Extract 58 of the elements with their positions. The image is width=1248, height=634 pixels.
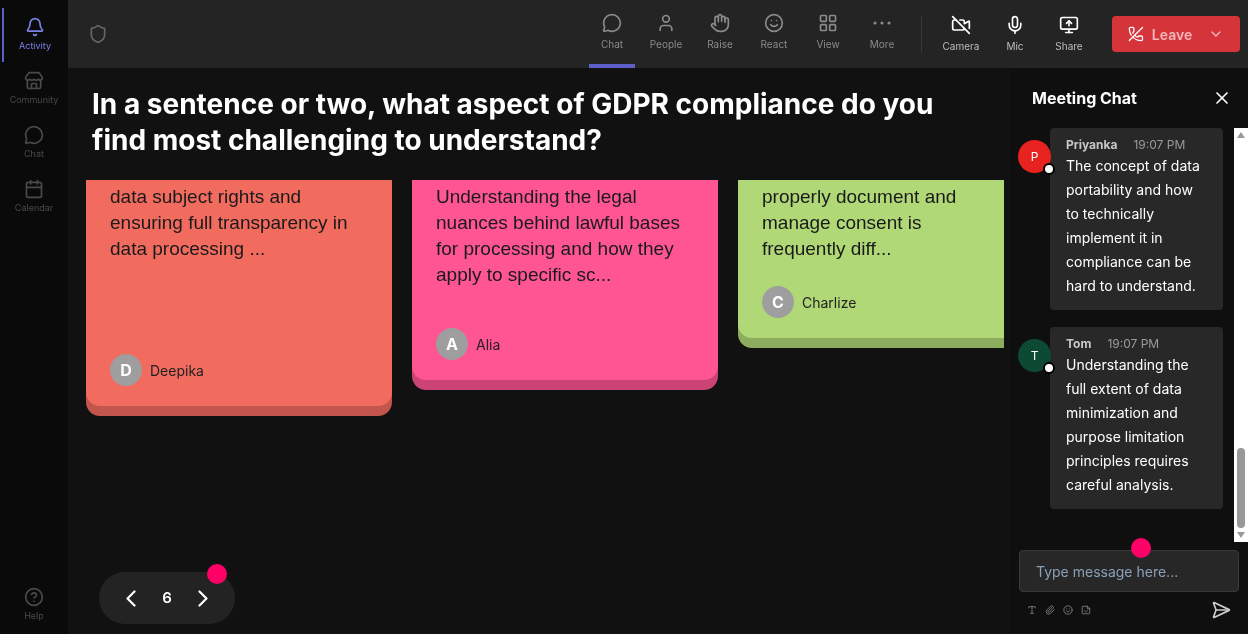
author-name: Alia xyxy=(476,334,501,355)
toolbar-button[interactable]: More xyxy=(859,0,905,68)
toolbar-button[interactable]: Share xyxy=(1046,14,1092,54)
chevron-left-icon xyxy=(126,589,137,607)
avatar: D xyxy=(110,354,142,386)
leave-button[interactable]: Leave xyxy=(1112,16,1240,52)
message-time: 19:07 PM xyxy=(1107,335,1160,353)
camera-off-icon xyxy=(951,14,971,35)
sticker-icon[interactable] xyxy=(1081,605,1091,615)
author-name: Tom xyxy=(1066,335,1092,353)
sidebar-item[interactable]: Activity xyxy=(2,8,66,62)
grid-icon xyxy=(818,12,838,33)
calendar-icon xyxy=(24,179,44,200)
format-icon[interactable] xyxy=(1027,605,1037,615)
note-text: Understanding the legal nuances behind lawful bases for processing and how they apply to specific sc... xyxy=(436,185,681,287)
note-text: data subject rights and ensuring full transparency in data processing ... xyxy=(110,185,349,261)
toolbar-button[interactable]: Mic xyxy=(992,14,1038,54)
share-screen-icon xyxy=(1059,14,1079,35)
message-text: The concept of data portability and how to technically implement it in compliance can be hard to understand. xyxy=(1066,156,1201,296)
attach-icon[interactable] xyxy=(1045,605,1055,615)
toolbar-button[interactable]: Raise xyxy=(697,0,743,68)
toolbar-button[interactable]: People xyxy=(643,0,689,68)
hand-icon xyxy=(710,12,730,33)
mic-icon xyxy=(1005,14,1025,35)
scroll-up-icon[interactable] xyxy=(1237,132,1245,138)
toolbar-button[interactable]: React xyxy=(751,0,797,68)
more-icon xyxy=(873,20,891,25)
author-name: Priyanka xyxy=(1066,136,1118,154)
scroll-thumb[interactable] xyxy=(1237,448,1245,528)
note-text: properly document and manage consent is frequently diff... xyxy=(762,185,958,261)
person-icon xyxy=(656,12,676,33)
shield-icon xyxy=(88,24,108,44)
toolbar-button[interactable]: Camera xyxy=(938,14,984,54)
chat-icon xyxy=(24,125,44,146)
bell-icon xyxy=(25,17,45,38)
avatar: C xyxy=(762,286,794,318)
smiley-icon xyxy=(764,12,784,33)
avatar: A xyxy=(436,328,468,360)
toolbar-button[interactable]: View xyxy=(805,0,851,68)
avatar: P xyxy=(1018,140,1051,173)
help-icon xyxy=(24,586,44,607)
question-heading: In a sentence or two, what aspect of GDPR compliance do you find most challenging to understand? xyxy=(92,86,935,158)
author-name: Charlize xyxy=(802,292,857,313)
avatar: T xyxy=(1018,339,1051,372)
page-number: 6 xyxy=(162,586,172,609)
scroll-down-icon[interactable] xyxy=(1237,532,1245,538)
message-input[interactable]: Type message here... xyxy=(1019,550,1239,592)
scrollbar[interactable] xyxy=(1234,128,1248,542)
store-icon xyxy=(24,71,44,92)
chat-icon xyxy=(602,12,622,33)
chevron-right-icon xyxy=(197,589,208,607)
author-name: Deepika xyxy=(150,360,204,381)
hang-up-icon xyxy=(1128,26,1144,42)
chat-title: Meeting Chat xyxy=(1032,87,1137,110)
message-time: 19:07 PM xyxy=(1133,136,1186,154)
send-icon[interactable] xyxy=(1211,600,1231,620)
message-text: Understanding the full extent of data minimization and purpose limitation principles requires careful analysis. xyxy=(1066,355,1190,495)
emoji-icon[interactable] xyxy=(1063,605,1073,615)
